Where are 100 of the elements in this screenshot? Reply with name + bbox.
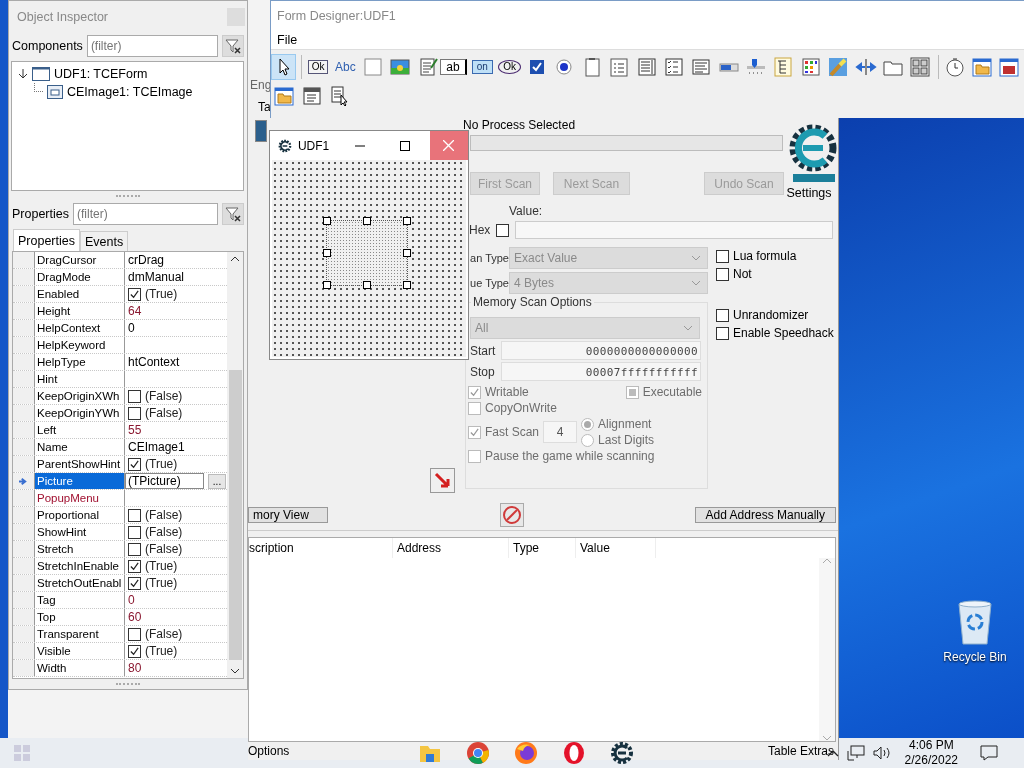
tree-item[interactable]: CEImage1: TCEImage (67, 84, 193, 99)
filter-field[interactable]: (filter) (86, 34, 218, 57)
menu-item[interactable]: File (277, 33, 298, 47)
property-name[interactable]: Hint (35, 371, 125, 387)
checkbox[interactable] (128, 559, 141, 573)
options-label[interactable]: Options (248, 744, 290, 758)
property-name[interactable]: Height (35, 303, 125, 319)
tree-item[interactable]: UDF1: TCEForm (54, 66, 148, 81)
checkbox[interactable] (468, 425, 481, 439)
property-name[interactable]: Picture (35, 473, 125, 489)
checkbox[interactable] (128, 576, 141, 590)
filter-field[interactable]: (filter) (73, 203, 218, 226)
column-header[interactable]: scription (249, 538, 393, 558)
property-name[interactable]: Proportional (35, 507, 125, 523)
resize-handle[interactable] (323, 249, 331, 257)
property-name[interactable]: Width (35, 660, 125, 676)
property-editor[interactable]: (TPicture) (125, 473, 204, 489)
resize-handle[interactable] (403, 217, 411, 225)
checkbox[interactable] (716, 249, 729, 263)
checkbox[interactable] (468, 401, 481, 415)
clock-date[interactable]: 2/26/2022 (904, 753, 958, 768)
arrow-button[interactable] (430, 468, 455, 493)
image-component[interactable] (326, 220, 408, 286)
table-extras-label[interactable]: Table Extras (767, 744, 834, 758)
clock-time[interactable]: 4:06 PM (908, 738, 954, 753)
checkbox[interactable] (128, 627, 141, 641)
checkbox[interactable] (468, 385, 481, 399)
clear-filter-button[interactable] (222, 34, 244, 57)
property-name[interactable]: Transparent (35, 626, 125, 642)
start-field[interactable]: 0000000000000000 (501, 341, 701, 360)
checkbox[interactable] (128, 644, 141, 658)
checkbox[interactable] (468, 449, 481, 463)
ring-icon[interactable] (562, 741, 586, 765)
resize-handle[interactable] (403, 249, 411, 257)
checkbox[interactable] (716, 267, 729, 281)
property-name[interactable]: StretchOutEnabl (35, 575, 125, 591)
property-name[interactable]: Tag (35, 592, 125, 608)
checkbox[interactable] (128, 525, 141, 539)
checkbox[interactable] (496, 223, 510, 237)
property-name[interactable]: HelpKeyword (35, 337, 125, 353)
stop-field[interactable]: 00007fffffffffff (501, 362, 701, 381)
column-header[interactable]: Value (576, 538, 656, 558)
property-name[interactable]: StretchInEnable (35, 558, 125, 574)
column-header[interactable]: Type (509, 538, 576, 558)
resize-handle[interactable] (363, 281, 371, 289)
property-name[interactable]: Enabled (35, 286, 125, 302)
tab[interactable]: Events (80, 231, 129, 251)
notification-icon[interactable] (980, 745, 998, 761)
scroll-down-icon[interactable] (230, 667, 240, 674)
property-name[interactable]: Visible (35, 643, 125, 659)
property-name[interactable]: Stretch (35, 541, 125, 557)
tool-button[interactable]: Ok (305, 53, 331, 80)
property-name[interactable]: HelpContext (35, 320, 125, 336)
expand-icon[interactable] (18, 68, 28, 79)
checkbox[interactable] (128, 287, 141, 301)
radio-button[interactable] (581, 433, 595, 447)
property-name[interactable]: KeepOriginXWh (35, 388, 125, 404)
checkbox[interactable] (625, 385, 639, 399)
checkbox[interactable] (716, 326, 729, 340)
tool-button[interactable]: Abc (332, 53, 359, 80)
resize-handle[interactable] (323, 281, 331, 289)
property-name[interactable]: HelpType (35, 354, 125, 370)
property-name[interactable]: PopupMenu (35, 490, 125, 506)
settings-label[interactable]: Settings (786, 186, 832, 200)
desktop-icon[interactable]: Recycle Bin (936, 600, 1014, 664)
ellipsis-button[interactable]: ... (208, 473, 226, 489)
checkbox[interactable] (128, 542, 141, 556)
clear-filter-button[interactable] (222, 203, 244, 226)
checkbox[interactable] (128, 457, 141, 471)
design-canvas[interactable] (272, 160, 466, 357)
resize-handle[interactable] (403, 281, 411, 289)
memory-view-button[interactable]: mory View (248, 507, 328, 523)
pinwheel-icon[interactable] (466, 741, 490, 765)
property-name[interactable]: Top (35, 609, 125, 625)
column-header[interactable]: Address (393, 538, 509, 558)
checkbox[interactable] (128, 389, 141, 403)
scroll-up-icon[interactable] (230, 256, 240, 262)
tool-button[interactable]: Ok (496, 53, 523, 80)
scrollbar[interactable] (227, 252, 243, 678)
tab[interactable]: Properties (13, 229, 80, 251)
close-button[interactable] (429, 131, 468, 160)
speaker-icon[interactable] (872, 745, 891, 761)
checkbox[interactable] (716, 308, 729, 322)
property-name[interactable]: DragMode (35, 269, 125, 285)
alignment-field[interactable]: 4 (543, 421, 578, 443)
resize-handle[interactable] (363, 217, 371, 225)
value-field[interactable] (515, 221, 834, 239)
globe-icon[interactable] (514, 741, 538, 765)
splitter-grip[interactable] (116, 195, 140, 198)
radio-button[interactable] (581, 417, 595, 431)
tool-button[interactable] (271, 53, 297, 80)
property-name[interactable]: Name (35, 439, 125, 455)
add-address-button[interactable]: Add Address Manually (694, 507, 836, 523)
property-name[interactable]: KeepOriginYWh (35, 405, 125, 421)
property-name[interactable]: ParentShowHint (35, 456, 125, 472)
network-icon[interactable] (846, 745, 865, 761)
checkbox[interactable] (128, 406, 141, 420)
checkbox[interactable] (128, 508, 141, 522)
resize-handle[interactable] (323, 217, 331, 225)
property-name[interactable]: ShowHint (35, 524, 125, 540)
